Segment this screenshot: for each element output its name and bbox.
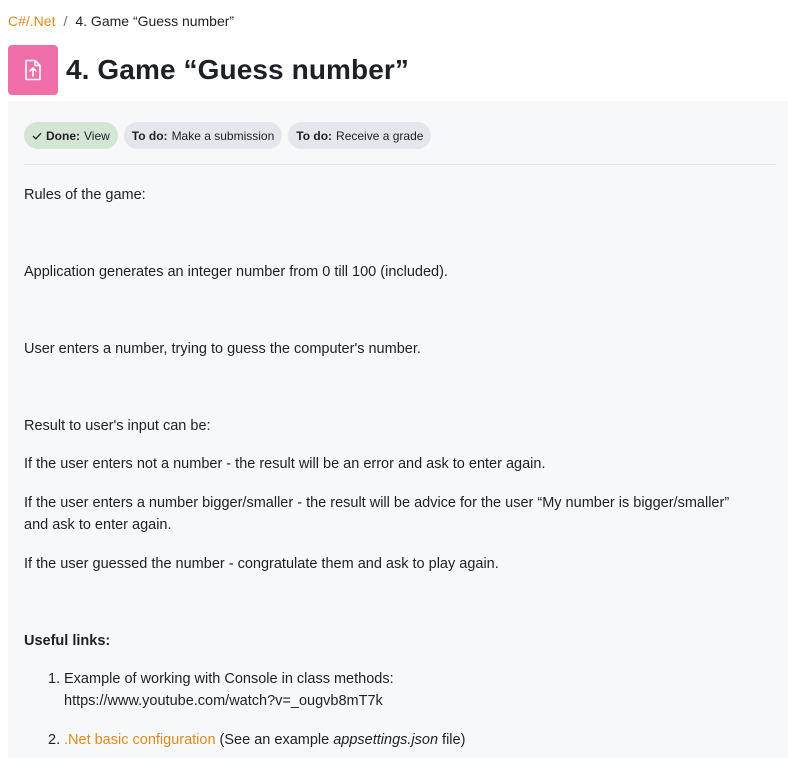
list-item-after-text: file) bbox=[438, 732, 466, 748]
description-paragraph: If the user guessed the number - congrat… bbox=[24, 556, 499, 572]
check-icon bbox=[32, 132, 42, 140]
breadcrumb-course-link[interactable]: C#/.Net bbox=[8, 13, 55, 29]
list-item-text: .Net basic configuration (See an example… bbox=[64, 729, 465, 751]
appsettings-filename: appsettings.json bbox=[333, 732, 439, 748]
list-item-text: Example of working with Console in class… bbox=[64, 671, 394, 687]
net-configuration-link[interactable]: .Net basic configuration bbox=[64, 732, 216, 748]
list-item-after-text: (See an example bbox=[215, 732, 334, 748]
completion-done-prefix: Done: bbox=[46, 128, 80, 143]
completion-badge-todo-submission: To do: Make a submission bbox=[123, 122, 283, 149]
list-number: 2. bbox=[48, 732, 61, 748]
completion-todo-label: Receive a grade bbox=[336, 128, 424, 143]
completion-requirements: Done: View To do: Make a submission To d… bbox=[24, 122, 432, 149]
divider bbox=[24, 164, 776, 165]
description-paragraph: If the user enters a number bigger/small… bbox=[24, 495, 730, 511]
completion-done-label: View bbox=[84, 128, 110, 143]
activity-content: Done: View To do: Make a submission To d… bbox=[8, 101, 788, 758]
description-paragraph: If the user enters not a number - the re… bbox=[24, 456, 546, 472]
description-paragraph: and ask to enter again. bbox=[24, 517, 172, 533]
rules-heading: Rules of the game: bbox=[24, 187, 146, 203]
completion-todo-prefix: To do: bbox=[131, 128, 168, 143]
completion-badge-done: Done: View bbox=[24, 122, 118, 149]
page-title: 4. Game “Guess number” bbox=[66, 54, 409, 85]
description-paragraph: Result to user's input can be: bbox=[24, 418, 211, 434]
list-number: 1. bbox=[48, 671, 61, 687]
description-paragraph: Application generates an integer number … bbox=[24, 264, 448, 280]
youtube-url: https://www.youtube.com/watch?v=_ougvb8m… bbox=[64, 693, 383, 709]
completion-badge-todo-grade: To do: Receive a grade bbox=[288, 122, 432, 149]
breadcrumb-separator: / bbox=[63, 13, 68, 29]
assignment-upload-icon bbox=[8, 45, 58, 95]
breadcrumb-current: 4. Game “Guess number” bbox=[75, 13, 235, 29]
description-paragraph: User enters a number, trying to guess th… bbox=[24, 341, 421, 357]
useful-links-heading: Useful links: bbox=[24, 633, 111, 649]
page-header: 4. Game “Guess number” bbox=[8, 45, 409, 95]
completion-todo-label: Make a submission bbox=[171, 128, 275, 143]
completion-todo-prefix: To do: bbox=[296, 128, 333, 143]
breadcrumb: C#/.Net / 4. Game “Guess number” bbox=[8, 13, 234, 29]
